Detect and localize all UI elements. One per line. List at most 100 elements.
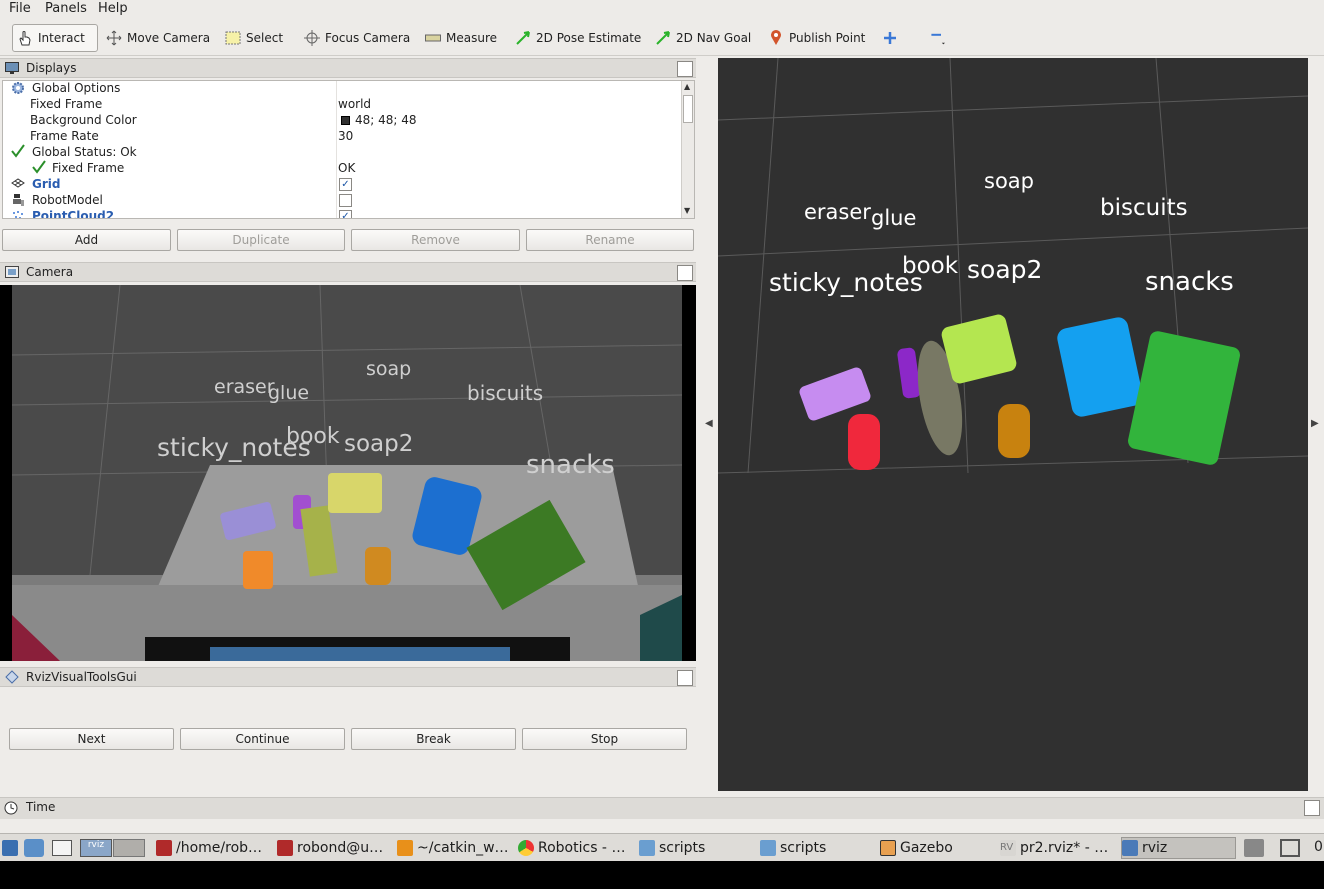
gear-icon <box>11 81 25 98</box>
time-panel-undock-button[interactable] <box>1304 800 1320 816</box>
chrome-icon <box>518 840 534 856</box>
taskbar-rviz-config[interactable]: RV pr2.rviz* - … <box>1000 837 1116 859</box>
tree-scrollbar[interactable]: ▲ ▼ <box>681 81 694 218</box>
background-color-value[interactable]: 48; 48; 48 <box>355 113 417 127</box>
tree-row-background-color[interactable]: Background Color 48; 48; 48 <box>3 113 683 129</box>
menu-file[interactable]: File <box>9 1 31 16</box>
collapse-right-arrow-icon[interactable]: ▶ <box>1311 418 1319 429</box>
continue-button[interactable]: Continue <box>180 728 345 750</box>
camera-scene: eraser glue soap biscuits sticky_notes b… <box>11 285 683 661</box>
menubar: File Panels Help <box>0 0 1324 18</box>
tree-row-fixed-frame-status[interactable]: Fixed Frame OK <box>3 160 683 177</box>
rviz-icon: RV <box>1000 840 1016 856</box>
tree-label: Fixed Frame <box>30 97 103 111</box>
3d-render-view[interactable]: soap eraser glue biscuits book soap2 sti… <box>718 58 1308 791</box>
remove-tool-button[interactable] <box>925 24 951 52</box>
visual-tools-undock-button[interactable] <box>677 670 693 686</box>
tree-row-global-options[interactable]: Global Options <box>3 81 683 97</box>
tree-row-pointcloud2[interactable]: PointCloud2 ✓ <box>3 209 683 218</box>
publish-point-tool-button[interactable]: Publish Point <box>764 24 869 52</box>
map-pin-icon <box>768 30 784 46</box>
3d-label-soap: soap <box>984 169 1034 193</box>
displays-panel-undock-button[interactable] <box>677 61 693 77</box>
3d-label-soap2: soap2 <box>967 255 1042 284</box>
desktop-icon[interactable] <box>52 840 72 856</box>
workspace-1-icon[interactable]: rviz <box>80 839 112 857</box>
start-menu-icon[interactable] <box>2 840 18 856</box>
pointcloud-enabled-checkbox[interactable]: ✓ <box>339 210 352 218</box>
workspace-2-icon[interactable] <box>113 839 145 857</box>
taskbar-rviz-active[interactable]: rviz <box>1121 837 1236 859</box>
tree-row-fixed-frame[interactable]: Fixed Frame world <box>3 97 683 113</box>
3d-label-eraser: eraser <box>804 200 871 224</box>
scrollbar-thumb[interactable] <box>683 95 693 123</box>
camera-label-snacks: snacks <box>526 450 615 480</box>
task-label: pr2.rviz* - … <box>1020 840 1109 856</box>
tree-label: Global Options <box>32 81 121 95</box>
rename-display-button[interactable]: Rename <box>526 229 694 251</box>
focus-camera-label: Focus Camera <box>325 31 411 45</box>
menu-panels[interactable]: Panels <box>45 1 87 16</box>
publish-point-label: Publish Point <box>789 31 866 45</box>
frame-rate-value[interactable]: 30 <box>338 129 353 143</box>
hand-pointer-icon <box>17 30 33 46</box>
fixed-frame-status-value: OK <box>338 161 356 175</box>
break-button[interactable]: Break <box>351 728 516 750</box>
add-tool-button[interactable] <box>879 24 901 52</box>
scroll-down-arrow-icon[interactable]: ▼ <box>684 206 690 215</box>
taskbar-scripts-2[interactable]: scripts <box>760 837 875 859</box>
camera-image-view[interactable]: eraser glue soap biscuits sticky_notes b… <box>0 285 696 661</box>
green-arrow-icon <box>655 30 671 46</box>
display-settings-icon[interactable] <box>1280 839 1300 857</box>
scroll-up-arrow-icon[interactable]: ▲ <box>684 82 690 91</box>
network-icon[interactable] <box>24 839 44 857</box>
duplicate-display-button[interactable]: Duplicate <box>177 229 345 251</box>
battery-icon[interactable] <box>1244 839 1264 857</box>
tray-clock-text: 0 <box>1314 839 1323 855</box>
move-camera-tool-button[interactable]: Move Camera <box>102 24 214 52</box>
tree-row-robotmodel[interactable]: RobotModel <box>3 193 683 209</box>
focus-camera-tool-button[interactable]: Focus Camera <box>300 24 414 52</box>
taskbar-terminal-1[interactable]: /home/rob… <box>156 837 271 859</box>
2d-nav-goal-label: 2D Nav Goal <box>676 31 752 45</box>
taskbar-terminal-2[interactable]: robond@u… <box>277 837 392 859</box>
camera-panel-undock-button[interactable] <box>677 265 693 281</box>
2d-pose-estimate-tool-button[interactable]: 2D Pose Estimate <box>511 24 645 52</box>
menu-help[interactable]: Help <box>98 1 128 16</box>
interact-tool-button[interactable]: Interact <box>12 24 98 52</box>
tree-row-frame-rate[interactable]: Frame Rate 30 <box>3 129 683 145</box>
taskbar-chrome[interactable]: Robotics - … <box>518 837 633 859</box>
toolbar: Interact Move Camera Select Focus Camera… <box>0 18 1324 56</box>
checkmark-icon <box>32 160 46 177</box>
ruler-icon <box>425 30 441 46</box>
folder-icon <box>639 840 655 856</box>
taskbar-gazebo[interactable]: Gazebo <box>880 837 995 859</box>
taskbar-sublime[interactable]: ~/catkin_w… <box>397 837 513 859</box>
camera-title: Camera <box>26 265 74 279</box>
taskbar-scripts-1[interactable]: scripts <box>639 837 754 859</box>
2d-nav-goal-tool-button[interactable]: 2D Nav Goal <box>651 24 755 52</box>
task-label: Robotics - … <box>538 840 626 856</box>
stop-button[interactable]: Stop <box>522 728 687 750</box>
displays-tree: Global Options Fixed Frame world Backgro… <box>2 80 695 219</box>
taskbar: rviz /home/rob… robond@u… ~/catkin_w… Ro… <box>0 833 1324 861</box>
remove-display-button[interactable]: Remove <box>351 229 520 251</box>
next-button[interactable]: Next <box>9 728 174 750</box>
move-arrows-icon <box>106 30 122 46</box>
tree-row-grid[interactable]: Grid ✓ <box>3 177 683 193</box>
tree-row-global-status[interactable]: Global Status: Ok <box>3 144 683 161</box>
3d-label-biscuits: biscuits <box>1100 195 1188 221</box>
gazebo-icon <box>880 840 896 856</box>
grid-enabled-checkbox[interactable]: ✓ <box>339 178 352 191</box>
3d-label-glue: glue <box>871 206 916 230</box>
select-tool-button[interactable]: Select <box>221 24 287 52</box>
measure-tool-button[interactable]: Measure <box>421 24 501 52</box>
robotmodel-enabled-checkbox[interactable] <box>339 194 352 207</box>
diamond-icon <box>4 670 20 684</box>
collapse-left-arrow-icon[interactable]: ◀ <box>705 418 713 429</box>
fixed-frame-value[interactable]: world <box>338 97 371 111</box>
add-display-button[interactable]: Add <box>2 229 171 251</box>
folder-icon <box>760 840 776 856</box>
task-label: Gazebo <box>900 840 953 856</box>
time-panel-header: Time <box>0 797 1324 819</box>
